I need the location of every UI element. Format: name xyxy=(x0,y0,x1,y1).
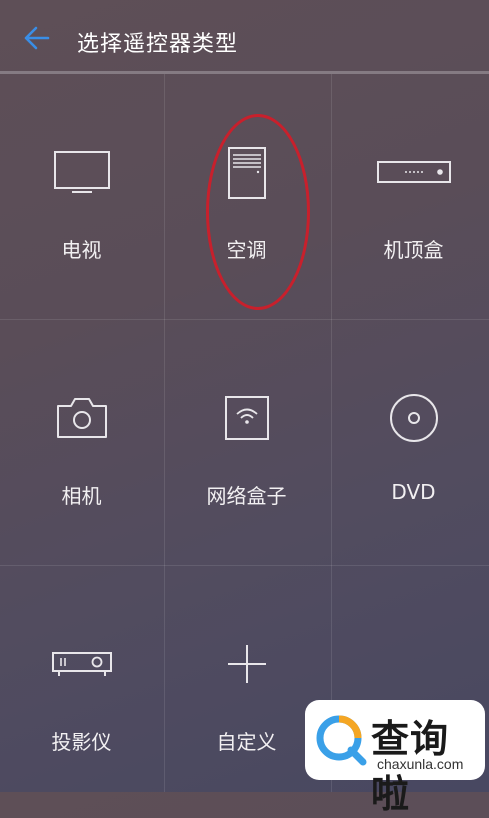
device-label: 自定义 xyxy=(216,730,277,754)
top-bar: 选择遥控器类型 xyxy=(0,0,489,72)
back-button[interactable] xyxy=(20,22,52,54)
device-tile-camera[interactable]: 相机 xyxy=(0,320,163,565)
page-title: 选择遥控器类型 xyxy=(77,32,239,57)
device-tile-air-conditioner[interactable]: 空调 xyxy=(165,74,328,319)
tv-icon xyxy=(53,151,110,193)
device-tile-network-box[interactable]: 网络盒子 xyxy=(165,320,328,565)
projector-icon xyxy=(51,652,112,676)
device-tile-set-top-box[interactable]: 机顶盒 xyxy=(332,74,489,319)
device-tile-projector[interactable]: 投影仪 xyxy=(0,566,163,811)
network-box-icon xyxy=(224,396,269,440)
watermark-url: chaxunla.com xyxy=(377,756,464,772)
camera-icon xyxy=(56,398,107,438)
magnifier-logo-icon xyxy=(316,715,367,766)
device-label: 网络盒子 xyxy=(206,484,287,508)
set-top-box-icon xyxy=(376,161,451,183)
device-tile-tv[interactable]: 电视 xyxy=(0,74,163,319)
device-label: 空调 xyxy=(226,238,267,262)
device-tile-custom[interactable]: 自定义 xyxy=(165,566,328,811)
air-conditioner-icon xyxy=(227,147,266,199)
watermark: 查询啦 chaxunla.com xyxy=(305,700,485,816)
arrow-left-icon xyxy=(24,26,50,50)
device-label: 电视 xyxy=(61,238,102,262)
device-tile-dvd[interactable]: DVD xyxy=(332,320,489,565)
device-label: 相机 xyxy=(61,484,102,508)
device-label: DVD xyxy=(391,480,436,504)
device-label: 机顶盒 xyxy=(383,238,444,262)
plus-icon xyxy=(227,645,266,683)
device-label: 投影仪 xyxy=(51,730,112,754)
disc-icon xyxy=(389,394,438,442)
